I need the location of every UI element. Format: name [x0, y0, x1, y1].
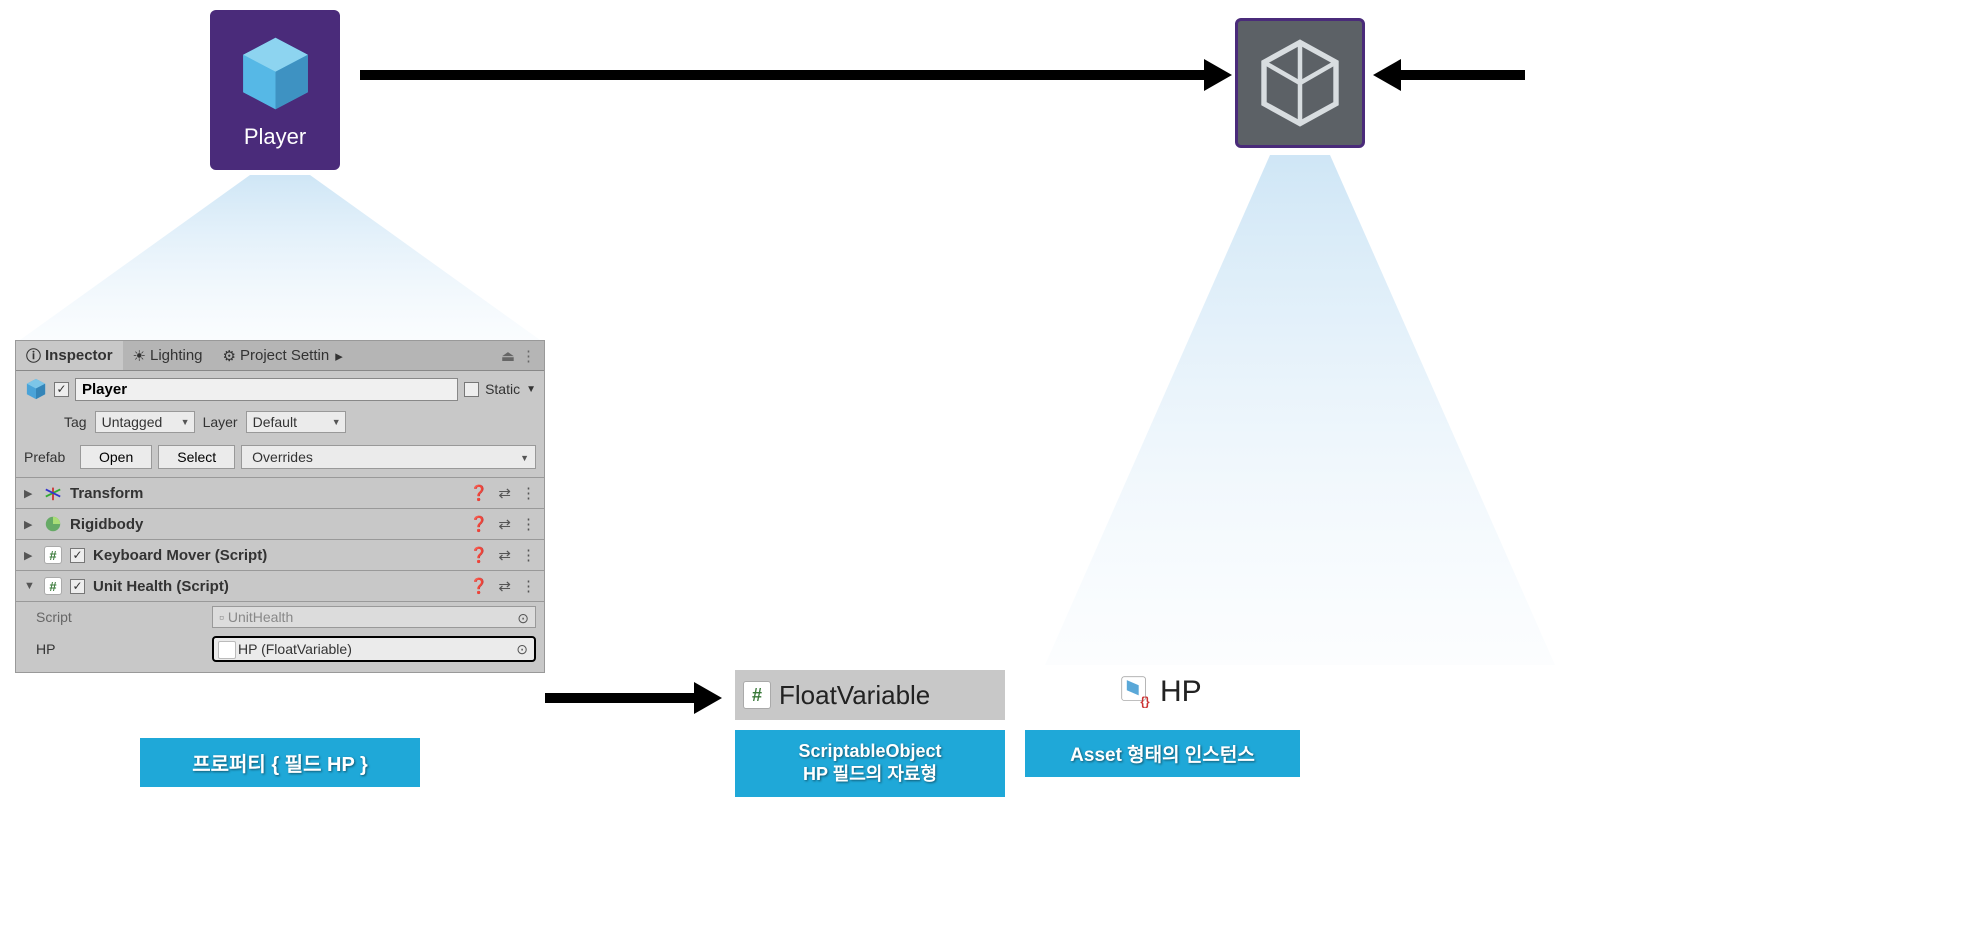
tab-extras: ⏏⋮: [493, 347, 544, 365]
tab-label: Inspector: [45, 347, 113, 364]
beam-connector-right: [1045, 155, 1555, 665]
component-name: Keyboard Mover (Script): [93, 547, 462, 564]
tab-project-settings[interactable]: ⚙Project Settin▸: [213, 341, 353, 370]
tab-inspector[interactable]: ⓘInspector: [16, 341, 123, 370]
player-prefab-icon: Player: [210, 10, 340, 170]
expand-icon[interactable]: ▶: [24, 549, 36, 562]
active-checkbox[interactable]: ✓: [54, 382, 69, 397]
prefab-select-button[interactable]: Select: [158, 445, 235, 469]
inspector-panel: ⓘInspector ☀Lighting ⚙Project Settin▸ ⏏⋮…: [15, 340, 545, 673]
component-unit-health[interactable]: ▼ # ✓ Unit Health (Script) ❓ ⇄ ⋮: [16, 571, 544, 602]
lock-icon[interactable]: ⏏: [501, 347, 515, 365]
component-rigidbody[interactable]: ▶ Rigidbody ❓ ⇄ ⋮: [16, 509, 544, 540]
preset-icon[interactable]: ⇄: [498, 484, 511, 502]
expand-icon[interactable]: ▶: [24, 518, 36, 531]
cube-icon: [233, 31, 318, 116]
player-label: Player: [244, 124, 306, 150]
tag-layer-row: Tag Untagged Layer Default: [16, 407, 544, 441]
object-picker-icon[interactable]: ⊙: [516, 641, 528, 658]
menu-icon[interactable]: ⋮: [521, 347, 536, 365]
hp-reference-field[interactable]: HP (FloatVariable) ⊙: [212, 636, 536, 662]
caption-property: 프로퍼티 { 필드 HP }: [140, 738, 420, 787]
layer-dropdown[interactable]: Default: [246, 411, 346, 433]
enabled-checkbox[interactable]: ✓: [70, 548, 85, 563]
preset-icon[interactable]: ⇄: [498, 515, 511, 533]
script-hash-icon: #: [743, 681, 771, 709]
layer-label: Layer: [203, 414, 238, 430]
script-value: UnitHealth: [228, 609, 293, 625]
scriptableobject-icon: {}: [1120, 675, 1154, 709]
tab-lighting[interactable]: ☀Lighting: [123, 341, 213, 370]
script-label: Script: [24, 609, 204, 625]
arrow-into-unity-right: [1395, 70, 1525, 80]
menu-icon[interactable]: ⋮: [521, 484, 536, 502]
prefab-label: Prefab: [24, 449, 74, 465]
tag-label: Tag: [64, 414, 87, 430]
menu-icon[interactable]: ⋮: [521, 546, 536, 564]
help-icon[interactable]: ❓: [470, 484, 489, 502]
layer-value: Default: [253, 414, 297, 430]
beam-connector-left: [20, 175, 540, 340]
help-icon[interactable]: ❓: [470, 515, 489, 533]
tab-label: Project Settin: [240, 347, 329, 364]
rigidbody-icon: [44, 515, 62, 533]
enabled-checkbox[interactable]: ✓: [70, 579, 85, 594]
expand-icon[interactable]: ▼: [24, 580, 36, 592]
overrides-label: Overrides: [252, 449, 313, 465]
transform-icon: [44, 484, 62, 502]
script-icon: #: [44, 546, 62, 564]
hp-asset-label: HP: [1160, 675, 1202, 709]
hp-value: HP (FloatVariable): [238, 641, 352, 657]
tab-label: Lighting: [150, 347, 203, 364]
preset-icon[interactable]: ⇄: [498, 546, 511, 564]
tag-value: Untagged: [102, 414, 163, 430]
static-label: Static: [485, 381, 520, 397]
arrow-player-to-unity: [360, 70, 1210, 80]
caption-line: ScriptableObject: [753, 740, 987, 763]
floatvariable-script-box: # FloatVariable: [735, 670, 1005, 720]
script-icon: #: [44, 577, 62, 595]
help-icon[interactable]: ❓: [470, 577, 489, 595]
prefab-row: Prefab Open Select Overrides: [16, 441, 544, 478]
preset-icon[interactable]: ⇄: [498, 577, 511, 595]
hp-asset-box: {} HP: [1120, 667, 1250, 717]
script-reference-field: ▫ UnitHealth: [212, 606, 536, 628]
static-checkbox[interactable]: [464, 382, 479, 397]
component-transform[interactable]: ▶ Transform ❓ ⇄ ⋮: [16, 478, 544, 509]
prefab-open-button[interactable]: Open: [80, 445, 152, 469]
unity-asset-icon: [1235, 18, 1365, 148]
prefab-overrides-dropdown[interactable]: Overrides: [241, 445, 536, 469]
component-name: Transform: [70, 485, 462, 502]
svg-text:{}: {}: [1140, 695, 1150, 709]
help-icon[interactable]: ❓: [470, 546, 489, 564]
script-field-row: Script ▫ UnitHealth: [16, 602, 544, 632]
component-keyboard-mover[interactable]: ▶ # ✓ Keyboard Mover (Script) ❓ ⇄ ⋮: [16, 540, 544, 571]
caption-scriptableobject: ScriptableObject HP 필드의 자료형: [735, 730, 1005, 797]
gameobject-name-input[interactable]: [75, 378, 458, 401]
hp-label: HP: [24, 641, 204, 657]
gameobject-icon: [24, 377, 48, 401]
caption-line: HP 필드의 자료형: [753, 763, 987, 786]
caption-asset-instance: Asset 형태의 인스턴스: [1025, 730, 1300, 777]
inspector-header: ✓ Static▼: [16, 371, 544, 407]
tag-dropdown[interactable]: Untagged: [95, 411, 195, 433]
hp-field-row: HP HP (FloatVariable) ⊙: [16, 632, 544, 672]
menu-icon[interactable]: ⋮: [521, 577, 536, 595]
menu-icon[interactable]: ⋮: [521, 515, 536, 533]
component-name: Unit Health (Script): [93, 578, 462, 595]
unity-logo-icon: [1255, 38, 1345, 128]
inspector-tabs: ⓘInspector ☀Lighting ⚙Project Settin▸ ⏏⋮: [16, 341, 544, 371]
arrow-hp-to-floatvariable: [545, 693, 700, 703]
component-name: Rigidbody: [70, 516, 462, 533]
floatvariable-label: FloatVariable: [779, 680, 930, 711]
expand-icon[interactable]: ▶: [24, 487, 36, 500]
